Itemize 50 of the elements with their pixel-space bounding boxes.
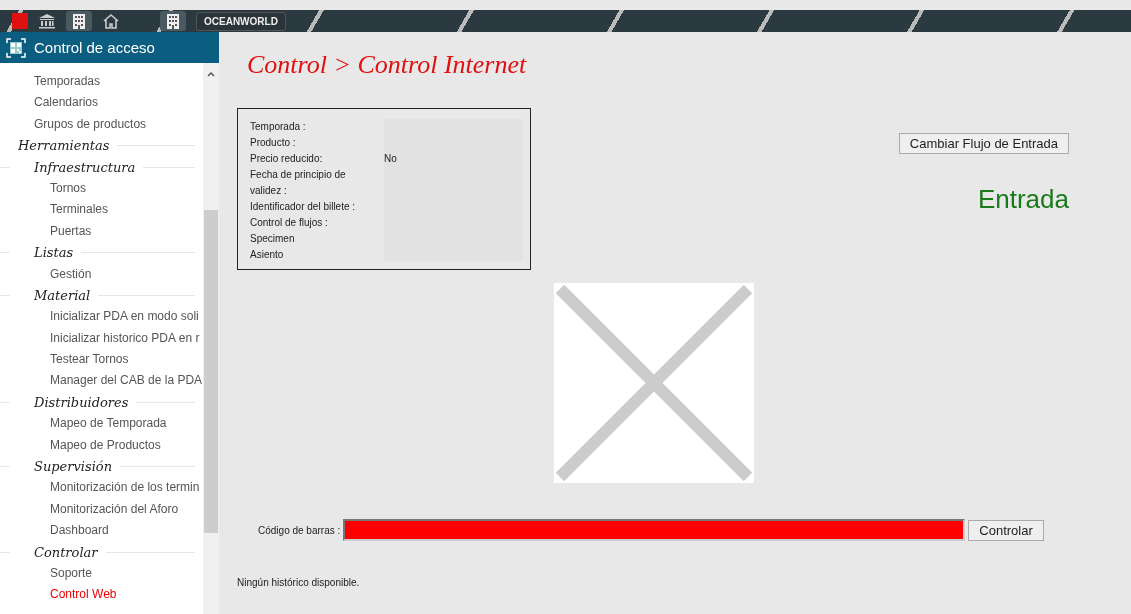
sidebar-item[interactable]: Gestión	[0, 263, 203, 285]
bank-icon[interactable]	[38, 13, 56, 29]
detail-label: Producto :	[250, 136, 297, 150]
detail-label: Precio reducido:	[250, 152, 324, 166]
control-button[interactable]: Controlar	[968, 519, 1044, 541]
detail-label: Fecha de principio de validez :	[250, 168, 347, 198]
home-icon[interactable]	[102, 13, 120, 29]
sidebar-item[interactable]: Dashboard	[0, 520, 203, 542]
group-heading: Infraestructura	[34, 159, 136, 175]
history-message: Ningún histórico disponible.	[237, 577, 361, 588]
sidebar-item[interactable]: Puertas	[0, 220, 203, 243]
group-heading: Listas	[34, 245, 74, 261]
section-heading: Herramientas	[18, 138, 110, 154]
sidebar-item[interactable]: Tornos	[0, 177, 203, 200]
barcode-input-field[interactable]	[343, 519, 966, 541]
breadcrumb: Control > Control Internet	[247, 50, 528, 80]
scrollbar-thumb[interactable]	[204, 210, 218, 533]
sidebar-item[interactable]: Inicializar PDA en modo soli	[0, 306, 203, 328]
sidebar-item[interactable]: Monitorización de los termin	[0, 477, 203, 499]
detail-label: Identificador del billete :	[250, 200, 357, 214]
detail-label: Specimen	[250, 232, 296, 246]
sidebar-item[interactable]: Inicializar historico PDA en r	[0, 327, 203, 350]
sidebar-item[interactable]: Calendarios	[0, 92, 203, 114]
group-heading: Supervisión	[34, 459, 113, 475]
sidebar-item[interactable]: Grupos de productos	[0, 113, 203, 136]
barcode-label: Código de barras :	[258, 524, 341, 536]
scroll-up-icon[interactable]	[207, 71, 215, 77]
group-heading: Distribuidores	[34, 395, 129, 411]
sidebar-item[interactable]: Monitorización del Aforo	[0, 498, 203, 521]
flow-status: Entrada	[977, 184, 1069, 215]
change-flow-button[interactable]: Cambiar Flujo de Entrada	[898, 133, 1069, 154]
sidebar-item[interactable]: Temporadas	[0, 71, 203, 93]
workspace-button[interactable]: OCEANWORLD	[196, 11, 286, 31]
sidebar-item[interactable]: Manager del CAB de la PDA	[0, 370, 203, 392]
sidebar-item[interactable]: Mapeo de Productos	[0, 434, 203, 457]
detail-label: Temporada :	[250, 120, 307, 134]
sidebar-item[interactable]: Testear Tornos	[0, 349, 203, 371]
sidebar-item[interactable]: Mapeo de Temporada	[0, 413, 203, 435]
building-icon[interactable]	[66, 11, 92, 31]
sidebar-item[interactable]: Control Web	[0, 584, 203, 606]
group-heading: Material	[34, 288, 91, 304]
detail-value: No	[384, 152, 398, 166]
sidebar-title: Control de acceso	[34, 39, 155, 56]
qr-code-icon	[6, 37, 26, 58]
sidebar-item[interactable]: Soporte	[0, 563, 203, 585]
building-icon[interactable]	[160, 11, 186, 31]
detail-label: Asiento	[250, 248, 285, 262]
detail-label: Control de flujos :	[250, 216, 329, 230]
sidebar-item[interactable]: Terminales	[0, 199, 203, 221]
group-heading: Controlar	[34, 544, 98, 560]
